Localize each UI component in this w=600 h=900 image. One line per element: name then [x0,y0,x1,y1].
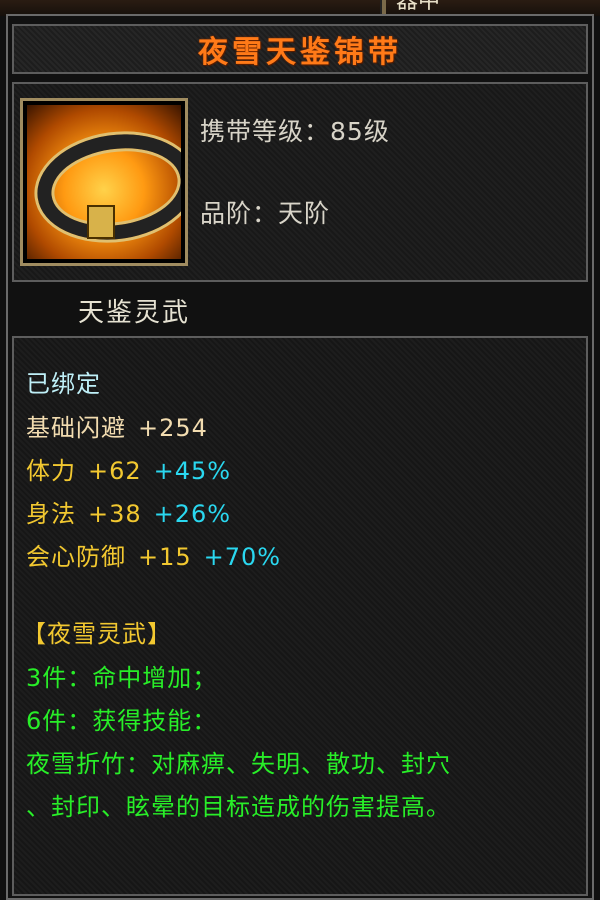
stat-bonus: +45% [153,457,232,485]
set-skill-line-2: 、封印、眩晕的目标造成的伤害提高。 [26,793,451,821]
grade-value: 天阶 [278,199,331,228]
stat-value: +254 [138,414,208,442]
attribute-panel: 已绑定 基础闪避 +254 体力 +62 +45% 身法 +38 +26% 会心防御 +15… [12,336,588,896]
stat-value: +62 [88,457,142,485]
item-icon-frame[interactable] [20,98,188,266]
carry-level-value: 85级 [330,117,390,146]
stat-name: 体力 [26,457,76,485]
stat-row: 基础闪避 +254 [26,408,208,443]
grade-line: 品阶：天阶 [200,194,330,230]
stat-name: 基础闪避 [26,414,126,442]
stat-bonus: +70% [203,543,282,571]
item-header-panel: 携带等级：85级 品阶：天阶 [12,82,588,282]
stat-name: 身法 [26,500,76,528]
item-name: 夜雪天鉴锦带 [198,35,402,70]
title-bar: 夜雪天鉴锦带 [12,24,588,74]
stat-name: 会心防御 [26,543,126,571]
stat-value: +38 [88,500,142,528]
stat-value: +15 [138,543,192,571]
grade-label: 品阶： [200,199,279,228]
carry-level-line: 携带等级：85级 [200,112,390,148]
stat-row: 会心防御 +15 +70% [26,537,281,572]
set-skill-line-1: 夜雪折竹：对麻痹、失明、散功、封穴 [26,750,451,778]
set-bonus-3: 3件：命中增加； [26,664,218,692]
item-tooltip: 夜雪天鉴锦带 携带等级：85级 品阶：天阶 天鉴灵武 已绑定 基础闪避 +254 … [6,14,594,900]
stat-row: 体力 +62 +45% [26,451,231,486]
series-name: 天鉴灵武 [78,298,191,328]
top-text-fragment: 器中 [396,0,441,14]
stat-bonus: +26% [153,500,232,528]
stat-row: 身法 +38 +26% [26,494,231,529]
carry-level-label: 携带等级： [200,117,331,146]
belt-item-icon [27,105,181,259]
set-bonus-6: 6件：获得技能： [26,707,218,735]
bound-status: 已绑定 [26,370,101,398]
belt-buckle-shape [87,205,115,239]
set-title: 【夜雪灵武】 [22,620,172,648]
